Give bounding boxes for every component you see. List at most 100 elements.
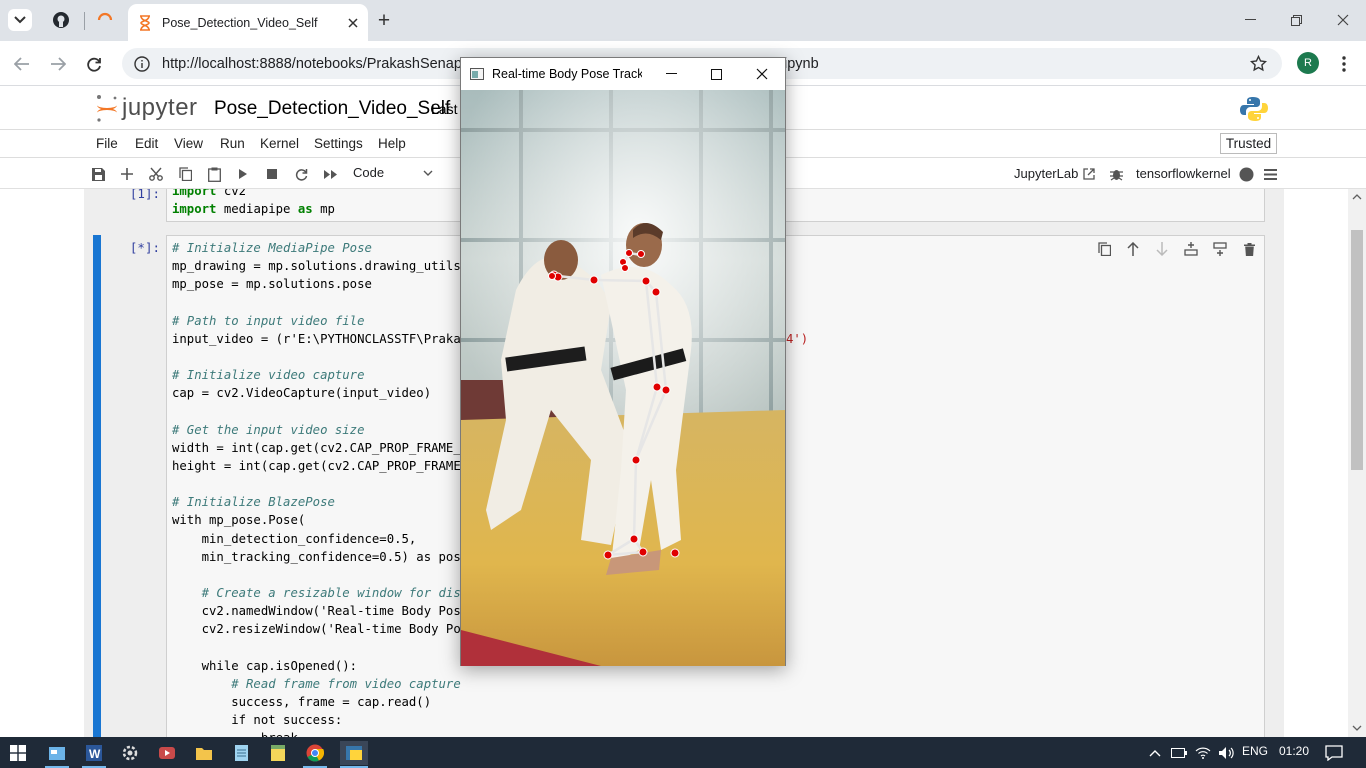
external-link-icon xyxy=(1083,167,1095,180)
browser-menu-button[interactable] xyxy=(1331,51,1357,77)
scissors-icon xyxy=(149,167,163,181)
close-icon xyxy=(1337,14,1349,26)
delete-cell-button[interactable] xyxy=(1240,240,1258,258)
tray-language[interactable]: ENG xyxy=(1242,744,1268,758)
restart-icon xyxy=(295,168,307,181)
menu-settings[interactable]: Settings xyxy=(314,136,363,151)
scrollbar-thumb[interactable] xyxy=(1351,230,1363,470)
kernel-busy-icon xyxy=(1239,167,1253,181)
opencv-minimize-button[interactable] xyxy=(659,62,683,86)
code-cell-1: import cv2 import mediapipe as mp xyxy=(172,189,335,218)
chevron-down-icon xyxy=(14,16,26,24)
github-tab[interactable] xyxy=(48,8,74,32)
trusted-indicator[interactable]: Trusted xyxy=(1220,133,1277,154)
taskbar-app-chrome[interactable] xyxy=(303,741,327,765)
menu-edit[interactable]: Edit xyxy=(135,136,158,151)
profile-avatar[interactable]: R xyxy=(1297,52,1319,74)
minimize-icon xyxy=(1244,19,1256,20)
close-icon[interactable] xyxy=(348,17,358,28)
python-icon xyxy=(1240,97,1268,121)
action-center-button[interactable] xyxy=(1322,741,1346,765)
restore-icon xyxy=(1290,14,1302,26)
tray-battery[interactable] xyxy=(1167,741,1191,765)
tray-network[interactable] xyxy=(1191,741,1215,765)
tab-divider xyxy=(84,12,85,30)
jupyter-logo[interactable]: jupyter xyxy=(94,93,198,123)
taskbar-app-notepad[interactable] xyxy=(229,741,253,765)
jupyter-logo-text: jupyter xyxy=(122,94,198,121)
menu-view[interactable]: View xyxy=(174,136,203,151)
notebook-title[interactable]: Pose_Detection_Video_Self xyxy=(214,98,450,120)
back-icon xyxy=(14,57,29,71)
active-cell-indicator xyxy=(93,235,101,737)
star-icon[interactable] xyxy=(1250,55,1267,72)
jupyterlab-link[interactable]: JupyterLab xyxy=(1014,166,1095,181)
hamburger-icon xyxy=(1263,168,1277,180)
save-button[interactable] xyxy=(90,166,106,182)
browser-minimize-button[interactable] xyxy=(1227,8,1273,32)
opencv-close-button[interactable] xyxy=(750,62,774,86)
forward-button[interactable] xyxy=(45,51,71,77)
code-line-overflow: 4') xyxy=(786,332,809,346)
taskbar-app-settings[interactable] xyxy=(118,741,142,765)
app-window-icon xyxy=(470,68,484,80)
property-inspector-button[interactable] xyxy=(1262,166,1278,182)
browser-tab-strip: Pose_Detection_Video_Self + xyxy=(0,0,1366,41)
play-icon xyxy=(239,169,247,179)
tab-active[interactable]: Pose_Detection_Video_Self xyxy=(128,4,368,41)
file-explorer-icon xyxy=(49,747,65,760)
cell-type-select[interactable]: Code xyxy=(353,165,433,180)
tab-search-button[interactable] xyxy=(8,9,32,31)
copy-icon xyxy=(178,167,192,181)
scroll-down-arrow-icon[interactable] xyxy=(1352,725,1362,731)
taskbar-app-python-active[interactable] xyxy=(340,741,368,765)
new-tab-button[interactable]: + xyxy=(372,9,396,33)
menu-file[interactable]: File xyxy=(96,136,118,151)
tray-volume[interactable] xyxy=(1214,741,1238,765)
jupyter-loading-tab[interactable] xyxy=(92,8,118,32)
run-button[interactable] xyxy=(235,166,251,182)
cut-button[interactable] xyxy=(148,166,164,182)
restart-button[interactable] xyxy=(293,166,309,182)
insert-above-icon xyxy=(1184,242,1198,256)
insert-cell-button[interactable] xyxy=(119,166,135,182)
taskbar-app-media[interactable] xyxy=(155,741,179,765)
tray-clock[interactable]: 01:20 xyxy=(1279,744,1309,758)
menu-help[interactable]: Help xyxy=(378,136,406,151)
kernel-name[interactable]: tensorflowkernel xyxy=(1136,166,1231,181)
restart-run-all-button[interactable] xyxy=(322,166,338,182)
info-icon[interactable] xyxy=(134,55,150,72)
clipboard-icon xyxy=(207,167,221,182)
plus-icon xyxy=(121,168,133,180)
paste-button[interactable] xyxy=(206,166,222,182)
notification-icon xyxy=(1325,745,1343,761)
copy-icon xyxy=(1097,242,1111,256)
reload-button[interactable] xyxy=(81,51,107,77)
opencv-titlebar[interactable]: Real-time Body Pose Tracki... xyxy=(461,58,785,90)
back-button[interactable] xyxy=(9,51,35,77)
start-button[interactable] xyxy=(6,741,30,765)
menu-run[interactable]: Run xyxy=(220,136,245,151)
debugger-button[interactable] xyxy=(1108,166,1124,182)
insert-cell-below-button[interactable] xyxy=(1211,240,1229,258)
minimize-icon xyxy=(665,73,677,74)
move-cell-up-button[interactable] xyxy=(1124,240,1142,258)
move-cell-down-button[interactable] xyxy=(1153,240,1171,258)
browser-restore-button[interactable] xyxy=(1273,8,1319,32)
browser-close-button[interactable] xyxy=(1320,8,1366,32)
reload-icon xyxy=(86,57,101,72)
duplicate-cell-button[interactable] xyxy=(1095,240,1113,258)
menu-kernel[interactable]: Kernel xyxy=(260,136,299,151)
opencv-window[interactable]: Real-time Body Pose Tracki... xyxy=(460,57,786,666)
taskbar-app-explorer[interactable] xyxy=(45,741,69,765)
scroll-up-arrow-icon[interactable] xyxy=(1352,194,1362,200)
opencv-maximize-button[interactable] xyxy=(704,62,728,86)
taskbar-app-folder[interactable] xyxy=(192,741,216,765)
copy-button[interactable] xyxy=(177,166,193,182)
insert-cell-above-button[interactable] xyxy=(1182,240,1200,258)
interrupt-button[interactable] xyxy=(264,166,280,182)
tray-overflow-button[interactable] xyxy=(1143,741,1167,765)
taskbar-app-sticky-notes[interactable] xyxy=(266,741,290,765)
taskbar-app-word[interactable]: W xyxy=(82,741,106,765)
opencv-window-title: Real-time Body Pose Tracki... xyxy=(492,67,642,81)
